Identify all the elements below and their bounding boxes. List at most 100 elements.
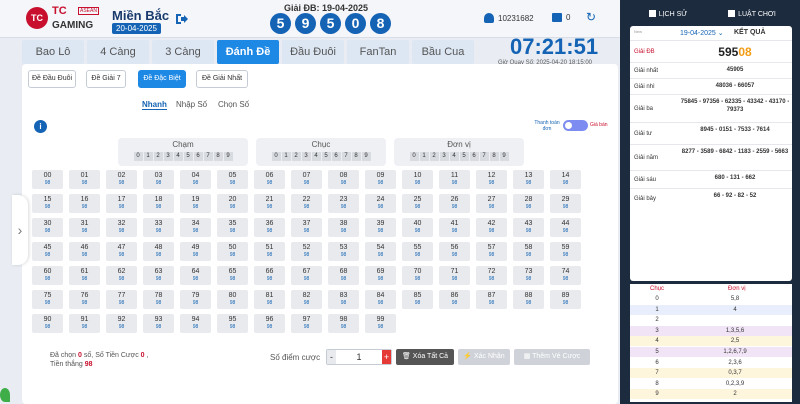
number-cell[interactable]: 01 98 (69, 170, 100, 189)
delete-all-button[interactable]: 🗑 Xóa Tất Cả (396, 349, 454, 365)
mode-nhanh[interactable]: Nhanh (142, 100, 167, 110)
digit-chip[interactable]: 4 (449, 152, 459, 161)
number-cell[interactable]: 40 98 (402, 218, 433, 237)
number-cell[interactable]: 25 98 (402, 194, 433, 213)
number-cell[interactable]: 41 98 (439, 218, 470, 237)
number-cell[interactable]: 79 98 (180, 290, 211, 309)
tab-dau-duoi[interactable]: Đầu Đuôi (282, 40, 344, 64)
digit-chip[interactable]: 2 (291, 152, 301, 161)
number-cell[interactable]: 43 98 (513, 218, 544, 237)
digit-chip[interactable]: 7 (203, 152, 213, 161)
digit-chip[interactable]: 8 (213, 152, 223, 161)
number-cell[interactable]: 21 98 (254, 194, 285, 213)
digit-chip[interactable]: 6 (469, 152, 479, 161)
number-cell[interactable]: 09 98 (365, 170, 396, 189)
number-cell[interactable]: 03 98 (143, 170, 174, 189)
digit-chip[interactable]: 6 (193, 152, 203, 161)
number-cell[interactable]: 39 98 (365, 218, 396, 237)
number-cell[interactable]: 97 98 (291, 314, 322, 333)
number-cell[interactable]: 85 98 (402, 290, 433, 309)
add-ticket-button[interactable]: ▦ Thêm Vé Cược (514, 349, 590, 365)
number-cell[interactable]: 66 98 (254, 266, 285, 285)
number-cell[interactable]: 12 98 (476, 170, 507, 189)
number-cell[interactable]: 60 98 (32, 266, 63, 285)
digit-chip[interactable]: 3 (163, 152, 173, 161)
digit-chip[interactable]: 0 (271, 152, 281, 161)
number-cell[interactable]: 29 98 (550, 194, 581, 213)
subtab-de-giai-nhat[interactable]: Đề Giải Nhất (196, 70, 248, 88)
number-cell[interactable]: 83 98 (328, 290, 359, 309)
number-cell[interactable]: 13 98 (513, 170, 544, 189)
tab-3-cang[interactable]: 3 Càng (152, 40, 214, 64)
digit-chip[interactable]: 7 (341, 152, 351, 161)
number-cell[interactable]: 61 98 (69, 266, 100, 285)
number-cell[interactable]: 56 98 (439, 242, 470, 261)
digit-chip[interactable]: 1 (419, 152, 429, 161)
number-cell[interactable]: 49 98 (180, 242, 211, 261)
number-cell[interactable]: 30 98 (32, 218, 63, 237)
number-cell[interactable]: 53 98 (328, 242, 359, 261)
info-icon[interactable]: i (34, 120, 47, 133)
digit-chip[interactable]: 8 (489, 152, 499, 161)
tab-fantan[interactable]: FanTan (347, 40, 409, 64)
number-cell[interactable]: 99 98 (365, 314, 396, 333)
number-cell[interactable]: 42 98 (476, 218, 507, 237)
number-cell[interactable]: 96 98 (254, 314, 285, 333)
number-cell[interactable]: 82 98 (291, 290, 322, 309)
digit-chip[interactable]: 0 (409, 152, 419, 161)
digit-chip[interactable]: 3 (301, 152, 311, 161)
number-cell[interactable]: 10 98 (402, 170, 433, 189)
number-cell[interactable]: 88 98 (513, 290, 544, 309)
number-cell[interactable]: 33 98 (143, 218, 174, 237)
number-cell[interactable]: 94 98 (180, 314, 211, 333)
number-cell[interactable]: 31 98 (69, 218, 100, 237)
number-cell[interactable]: 17 98 (106, 194, 137, 213)
number-cell[interactable]: 44 98 (550, 218, 581, 237)
number-cell[interactable]: 89 98 (550, 290, 581, 309)
number-cell[interactable]: 26 98 (439, 194, 470, 213)
digit-chip[interactable]: 3 (439, 152, 449, 161)
number-cell[interactable]: 46 98 (69, 242, 100, 261)
region-title[interactable]: Miền Bắc (112, 8, 169, 23)
subtab-de-giai-7[interactable]: Đề Giải 7 (86, 70, 126, 88)
number-cell[interactable]: 59 98 (550, 242, 581, 261)
digit-chip[interactable]: 5 (321, 152, 331, 161)
number-cell[interactable]: 48 98 (143, 242, 174, 261)
number-cell[interactable]: 86 98 (439, 290, 470, 309)
number-cell[interactable]: 22 98 (291, 194, 322, 213)
number-cell[interactable]: 20 98 (217, 194, 248, 213)
number-cell[interactable]: 81 98 (254, 290, 285, 309)
number-cell[interactable]: 18 98 (143, 194, 174, 213)
number-cell[interactable]: 14 98 (550, 170, 581, 189)
subtab-de-dac-biet[interactable]: Đề Đặc Biệt (138, 70, 186, 88)
number-cell[interactable]: 73 98 (513, 266, 544, 285)
digit-chip[interactable]: 1 (143, 152, 153, 161)
chevron-right-icon[interactable]: › (12, 195, 28, 265)
number-cell[interactable]: 11 98 (439, 170, 470, 189)
tab-rules[interactable]: LUẬT CHƠI (712, 6, 792, 24)
mode-nhap-so[interactable]: Nhập Số (176, 100, 207, 109)
number-cell[interactable]: 58 98 (513, 242, 544, 261)
number-cell[interactable]: 92 98 (106, 314, 137, 333)
number-cell[interactable]: 67 98 (291, 266, 322, 285)
number-cell[interactable]: 24 98 (365, 194, 396, 213)
number-cell[interactable]: 00 98 (32, 170, 63, 189)
results-date-select[interactable]: 19-04-2025 ⌄ (680, 29, 724, 37)
number-cell[interactable]: 65 98 (217, 266, 248, 285)
number-cell[interactable]: 55 98 (402, 242, 433, 261)
digit-chip[interactable]: 1 (281, 152, 291, 161)
number-cell[interactable]: 75 98 (32, 290, 63, 309)
number-cell[interactable]: 05 98 (217, 170, 248, 189)
digit-chip[interactable]: 8 (351, 152, 361, 161)
user-info[interactable]: 10231682 (484, 13, 534, 23)
points-input[interactable]: 1 (339, 350, 379, 364)
number-cell[interactable]: 52 98 (291, 242, 322, 261)
refresh-icon[interactable]: ↻ (586, 10, 596, 24)
number-cell[interactable]: 69 98 (365, 266, 396, 285)
number-cell[interactable]: 28 98 (513, 194, 544, 213)
number-cell[interactable]: 35 98 (217, 218, 248, 237)
number-cell[interactable]: 90 98 (32, 314, 63, 333)
price-toggle[interactable] (563, 120, 588, 131)
exit-icon[interactable] (174, 12, 188, 26)
number-cell[interactable]: 74 98 (550, 266, 581, 285)
